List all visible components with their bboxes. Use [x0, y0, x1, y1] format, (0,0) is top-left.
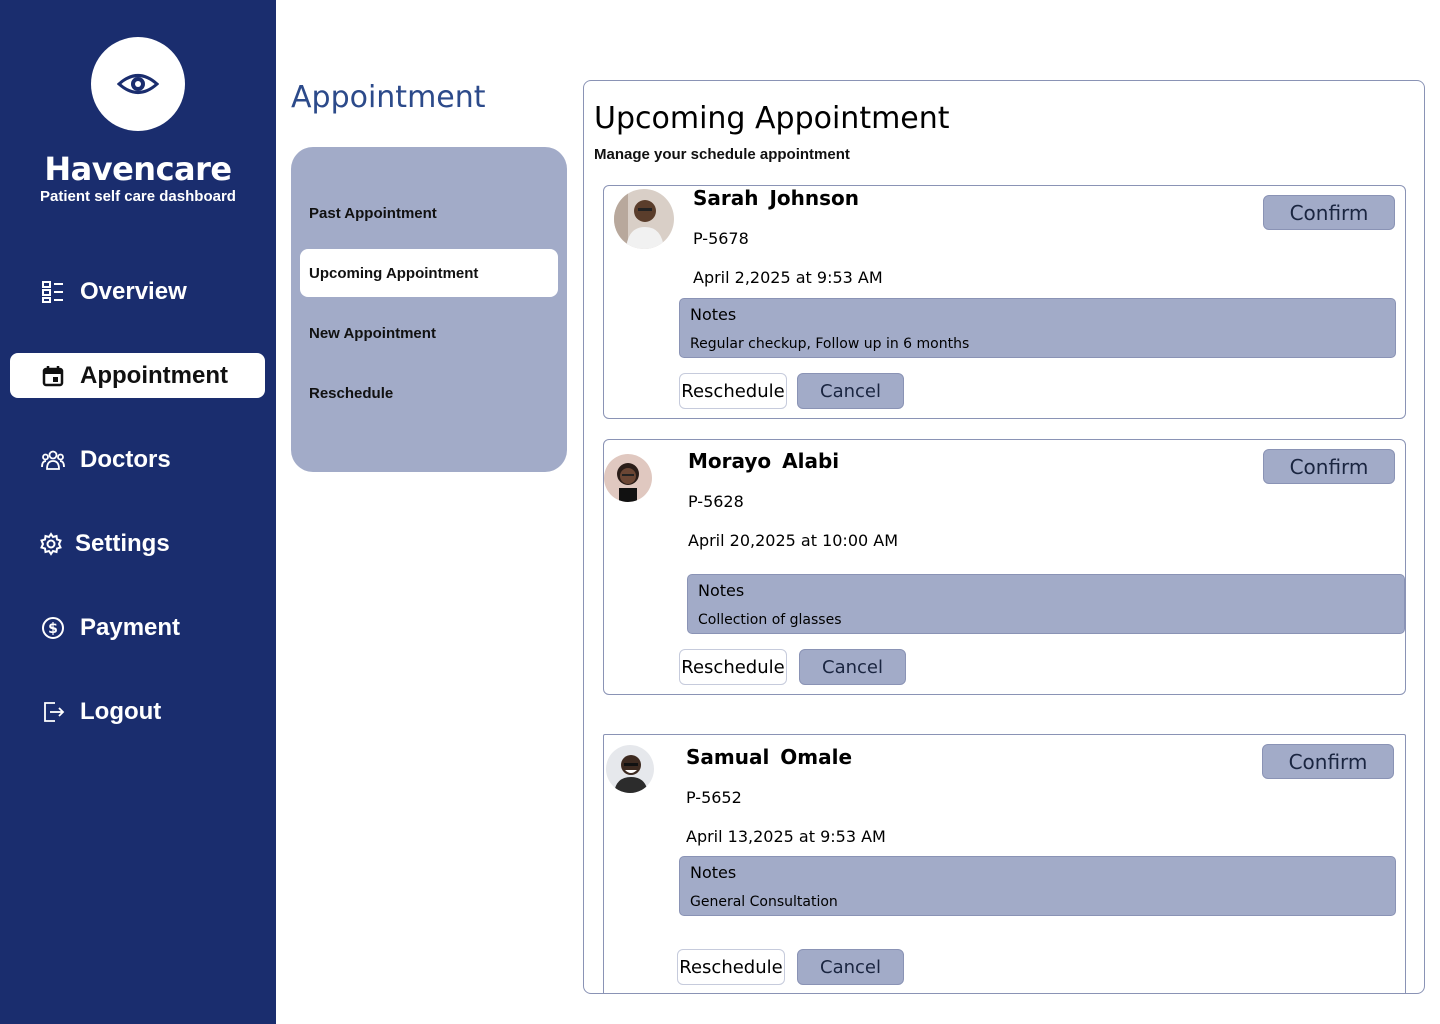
appointments-panel: Upcoming Appointment Manage your schedul… [583, 80, 1425, 994]
avatar [604, 454, 652, 502]
notes-text: Collection of glasses [698, 612, 842, 628]
nav-item-appointment[interactable]: Appointment [10, 353, 265, 398]
logout-icon [40, 699, 66, 725]
nav-item-logout[interactable]: Logout [10, 689, 265, 734]
cancel-button[interactable]: Cancel [797, 949, 904, 985]
nav-label: Overview [80, 277, 187, 305]
svg-text:$: $ [48, 621, 58, 637]
patient-id: P-5678 [693, 229, 749, 248]
avatar [606, 745, 654, 793]
appointment-card: Sarah Johnson P-5678 April 2,2025 at 9:5… [603, 185, 1406, 419]
eye-icon [117, 74, 159, 94]
submenu-item-reschedule[interactable]: Reschedule [300, 369, 558, 417]
dashboard-icon [40, 279, 66, 305]
panel-subtitle: Manage your schedule appointment [594, 146, 850, 163]
cancel-button[interactable]: Cancel [797, 373, 904, 409]
submenu-item-new[interactable]: New Appointment [300, 309, 558, 357]
patient-name: Morayo Alabi [688, 449, 840, 473]
page-title: Appointment [291, 80, 486, 115]
notes-label: Notes [690, 863, 737, 882]
confirm-button[interactable]: Confirm [1262, 744, 1394, 779]
nav-label: Logout [80, 697, 162, 725]
patient-name: Sarah Johnson [693, 186, 860, 210]
dollar-icon: $ [40, 615, 66, 641]
panel-title: Upcoming Appointment [594, 101, 950, 136]
nav-label: Settings [75, 529, 170, 557]
doctors-group-icon [40, 447, 66, 473]
appointment-datetime: April 20,2025 at 10:00 AM [688, 531, 899, 550]
nav-label: Appointment [80, 361, 228, 389]
notes-box: Notes Collection of glasses [687, 574, 1405, 634]
notes-box: Notes Regular checkup, Follow up in 6 mo… [679, 298, 1396, 358]
appointment-card: Samual Omale P-5652 April 13,2025 at 9:5… [603, 734, 1406, 994]
confirm-button[interactable]: Confirm [1263, 449, 1395, 484]
gear-icon [38, 531, 64, 557]
submenu-item-past[interactable]: Past Appointment [300, 189, 558, 237]
nav-label: Doctors [80, 445, 171, 473]
appointment-datetime: April 13,2025 at 9:53 AM [686, 827, 886, 846]
notes-box: Notes General Consultation [679, 856, 1396, 916]
confirm-button[interactable]: Confirm [1263, 195, 1395, 230]
nav-item-payment[interactable]: $ Payment [10, 605, 265, 650]
brand-subtitle: Patient self care dashboard [40, 188, 236, 205]
notes-text: Regular checkup, Follow up in 6 months [690, 336, 970, 352]
brand-title: Havencare [44, 150, 232, 188]
cancel-button[interactable]: Cancel [799, 649, 906, 685]
appointment-card: Morayo Alabi P-5628 April 20,2025 at 10:… [603, 439, 1406, 695]
nav-label: Payment [80, 613, 181, 641]
nav-item-settings[interactable]: Settings [10, 521, 265, 566]
patient-id: P-5628 [688, 492, 744, 511]
submenu: Past Appointment Upcoming Appointment Ne… [291, 147, 567, 472]
reschedule-button[interactable]: Reschedule [679, 649, 787, 685]
nav-item-doctors[interactable]: Doctors [10, 437, 265, 482]
appointment-datetime: April 2,2025 at 9:53 AM [693, 268, 883, 287]
patient-id: P-5652 [686, 788, 742, 807]
sidebar: Havencare Patient self care dashboard Ov… [0, 0, 276, 1024]
reschedule-button[interactable]: Reschedule [679, 373, 787, 409]
notes-label: Notes [698, 581, 745, 600]
notes-text: General Consultation [690, 894, 838, 910]
nav-item-overview[interactable]: Overview [10, 269, 265, 314]
reschedule-button[interactable]: Reschedule [677, 949, 785, 985]
patient-name: Samual Omale [686, 745, 853, 769]
calendar-icon [40, 363, 66, 389]
submenu-item-upcoming[interactable]: Upcoming Appointment [300, 249, 558, 297]
logo [91, 37, 185, 131]
notes-label: Notes [690, 305, 737, 324]
avatar [614, 189, 674, 249]
